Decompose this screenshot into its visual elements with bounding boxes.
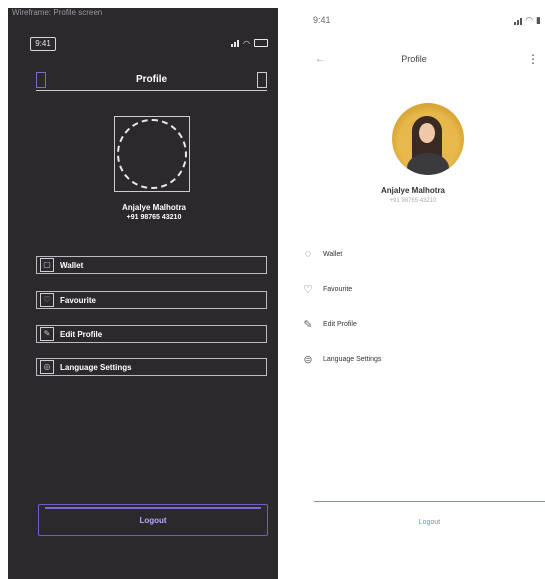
logout-label: Logout bbox=[418, 518, 441, 526]
menu-item-edit-profile[interactable]: ✎ Edit Profile bbox=[301, 315, 541, 333]
wireframe-menu-item-favourite[interactable]: ♡ Favourite bbox=[36, 291, 267, 309]
user-phone: +91 98765 43210 bbox=[389, 198, 437, 204]
more-icon[interactable]: ⋮ bbox=[527, 52, 539, 66]
avatar-face bbox=[419, 123, 435, 143]
wallet-icon: ▢ bbox=[40, 258, 54, 272]
wireframe-menu-item-language[interactable]: ◎ Language Settings bbox=[36, 358, 267, 376]
heart-icon: ♡ bbox=[40, 293, 54, 307]
logout-divider bbox=[314, 501, 545, 502]
menu-item-label: Language Settings bbox=[323, 355, 382, 363]
wallet-icon: ◌ bbox=[304, 248, 312, 260]
wireframe-page-title: Profile bbox=[135, 74, 168, 85]
status-time: 9:41 bbox=[313, 15, 331, 25]
logout-accent-line bbox=[45, 507, 261, 509]
wireframe-avatar[interactable] bbox=[114, 116, 190, 192]
wireframe-header: Profile bbox=[36, 72, 267, 91]
menu-icon[interactable] bbox=[257, 72, 267, 88]
wireframe-menu-label: Edit Profile bbox=[60, 329, 103, 339]
wireframe-menu-label: Language Settings bbox=[60, 362, 132, 372]
menu-item-wallet[interactable]: ◌ Wallet bbox=[301, 245, 541, 263]
status-icons: ◠ ▮ bbox=[514, 15, 541, 26]
battery-icon bbox=[254, 39, 268, 47]
profile-screen: 9:41 ◠ ▮ ← Profile ⋮ Anjalye Malhotra +9… bbox=[283, 0, 545, 579]
user-name: Anjalye Malhotra bbox=[380, 186, 445, 195]
menu-item-label: Wallet bbox=[323, 250, 343, 258]
page-title: Profile bbox=[401, 54, 427, 64]
wireframe-logout-label: Logout bbox=[139, 515, 167, 525]
heart-icon: ♡ bbox=[303, 283, 313, 296]
wireframe-user-phone: +91 98765 43210 bbox=[126, 214, 182, 221]
signal-icon bbox=[231, 39, 240, 47]
menu-item-favourite[interactable]: ♡ Favourite bbox=[301, 280, 541, 298]
globe-icon: ⊜ bbox=[303, 353, 313, 366]
battery-icon: ▮ bbox=[536, 15, 541, 25]
logout-button[interactable]: Logout bbox=[314, 508, 545, 536]
wireframe-status-time: 9:41 bbox=[30, 37, 56, 51]
menu-item-label: Favourite bbox=[323, 285, 353, 293]
avatar[interactable] bbox=[392, 103, 464, 175]
menu-item-language[interactable]: ⊜ Language Settings bbox=[301, 350, 541, 368]
wireframe-menu-label: Wallet bbox=[60, 260, 84, 270]
avatar-body bbox=[407, 153, 449, 175]
wireframe-menu-item-edit-profile[interactable]: ✎ Edit Profile bbox=[36, 325, 267, 343]
globe-icon: ◎ bbox=[40, 360, 54, 374]
wifi-icon: ◠ bbox=[525, 15, 534, 25]
wireframe-menu-item-wallet[interactable]: ▢ Wallet bbox=[36, 256, 267, 274]
wireframe-status-icons: ◠ bbox=[231, 37, 268, 49]
wireframe-user-name: Anjalye Malhotra bbox=[121, 203, 186, 212]
menu-item-label: Edit Profile bbox=[323, 320, 357, 328]
wireframe-menu-label: Favourite bbox=[60, 295, 97, 305]
pencil-icon: ✎ bbox=[303, 318, 313, 331]
wireframe-status-bar: 9:41 ◠ bbox=[30, 37, 268, 51]
wifi-icon: ◠ bbox=[243, 38, 250, 48]
signal-icon bbox=[514, 17, 523, 25]
wireframe-screen: Wireframe: Profile screen 9:41 ◠ Profile… bbox=[8, 8, 278, 579]
pencil-icon: ✎ bbox=[40, 327, 54, 341]
avatar-placeholder-icon bbox=[117, 119, 187, 189]
wireframe-logout-button[interactable]: Logout bbox=[38, 504, 268, 536]
wireframe-caption: Wireframe: Profile screen bbox=[12, 8, 103, 17]
